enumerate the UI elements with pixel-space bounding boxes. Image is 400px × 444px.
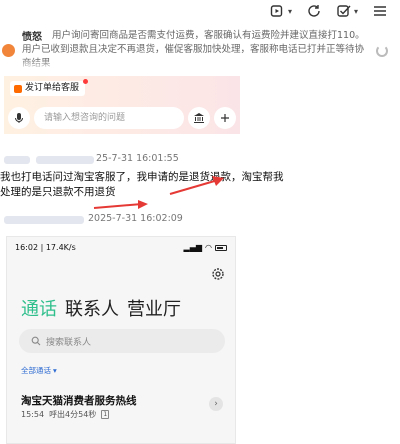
user-message: 我也打电话问过淘宝客服了，我申请的是退货退款，淘宝帮我处理的是只退款不用退货 [0, 171, 284, 198]
add-button[interactable] [214, 106, 236, 129]
timestamp: 25-7-31 16:01:55 [96, 153, 179, 164]
call-duration: 呼出4分54秒 [49, 410, 97, 419]
battery-icon [215, 244, 227, 251]
phone-tabs: 通话 联系人 营业厅 [21, 295, 181, 321]
wifi-icon: ◠ [205, 243, 212, 252]
red-arrow-icon [93, 200, 148, 209]
call-log-row[interactable]: 淘宝天猫消费者服务热线 15:54 呼出4分54秒 1 › [7, 387, 235, 427]
chevron-down-icon: ▾ [353, 6, 358, 16]
angry-emoji-icon [2, 44, 15, 57]
sim-card-icon: 1 [101, 410, 110, 419]
contact-search-input[interactable]: 搜索联系人 [19, 329, 225, 353]
phone-call-log-screenshot: 16:02 | 17.4K/s ▂▄▆ ◠ 通话 联系人 营业厅 搜索联系人 全部… [6, 236, 236, 444]
tab-contacts[interactable]: 联系人 [65, 295, 119, 321]
status-bar: 16:02 | 17.4K/s ▂▄▆ ◠ [15, 243, 227, 252]
checkbox-icon [336, 3, 352, 19]
call-filter-dropdown[interactable]: 全部通话 ▾ [21, 365, 57, 376]
plus-icon [221, 113, 229, 122]
refresh-icon[interactable] [306, 3, 322, 19]
video-button[interactable]: ▾ [270, 3, 292, 19]
tab-calls[interactable]: 通话 [21, 295, 57, 321]
send-order-button[interactable]: 发订单给客服 [10, 79, 89, 96]
store-button[interactable] [188, 106, 210, 129]
bank-icon [194, 112, 204, 123]
settings-gear-icon[interactable] [211, 267, 225, 281]
blurred-name [36, 156, 94, 164]
voice-button[interactable] [8, 106, 30, 129]
top-toolbar: ▾ ▾ [270, 0, 400, 22]
blurred-name [4, 156, 30, 164]
call-time: 15:54 [21, 410, 45, 419]
red-arrow-icon [169, 176, 224, 195]
tab-service-hall[interactable]: 营业厅 [127, 295, 181, 321]
chat-input-panel: 发订单给客服 请输入想咨询的问题 [4, 76, 240, 134]
call-details: 15:54 呼出4分54秒 1 [21, 409, 110, 420]
background-chat-snippet: 愤怒 用户询问寄回商品是否需支付运费，客服确认有运费险并建议直接打110。用户已… [0, 24, 400, 72]
shopping-bag-icon [14, 84, 22, 93]
send-order-label: 发订单给客服 [25, 83, 80, 93]
video-icon [270, 3, 286, 19]
menu-icon[interactable] [372, 3, 388, 19]
chat-input-bar: 请输入想咨询的问题 [8, 106, 236, 129]
microphone-icon [15, 112, 23, 123]
search-icon [31, 336, 41, 346]
blurred-name [4, 216, 84, 224]
timestamp: 2025-7-31 16:02:09 [88, 213, 183, 224]
call-contact-name: 淘宝天猫消费者服务热线 [21, 395, 137, 407]
select-button[interactable]: ▾ [336, 3, 358, 19]
signal-icon: ▂▄▆ [183, 243, 203, 252]
question-input[interactable]: 请输入想咨询的问题 [34, 106, 184, 129]
notification-dot [83, 79, 89, 84]
loading-icon [376, 45, 388, 57]
chevron-down-icon: ▾ [53, 366, 57, 375]
status-speed: 17.4K/s [45, 243, 76, 252]
chevron-right-icon[interactable]: › [209, 397, 223, 411]
status-time: 16:02 [15, 243, 39, 252]
chevron-down-icon: ▾ [287, 6, 292, 16]
